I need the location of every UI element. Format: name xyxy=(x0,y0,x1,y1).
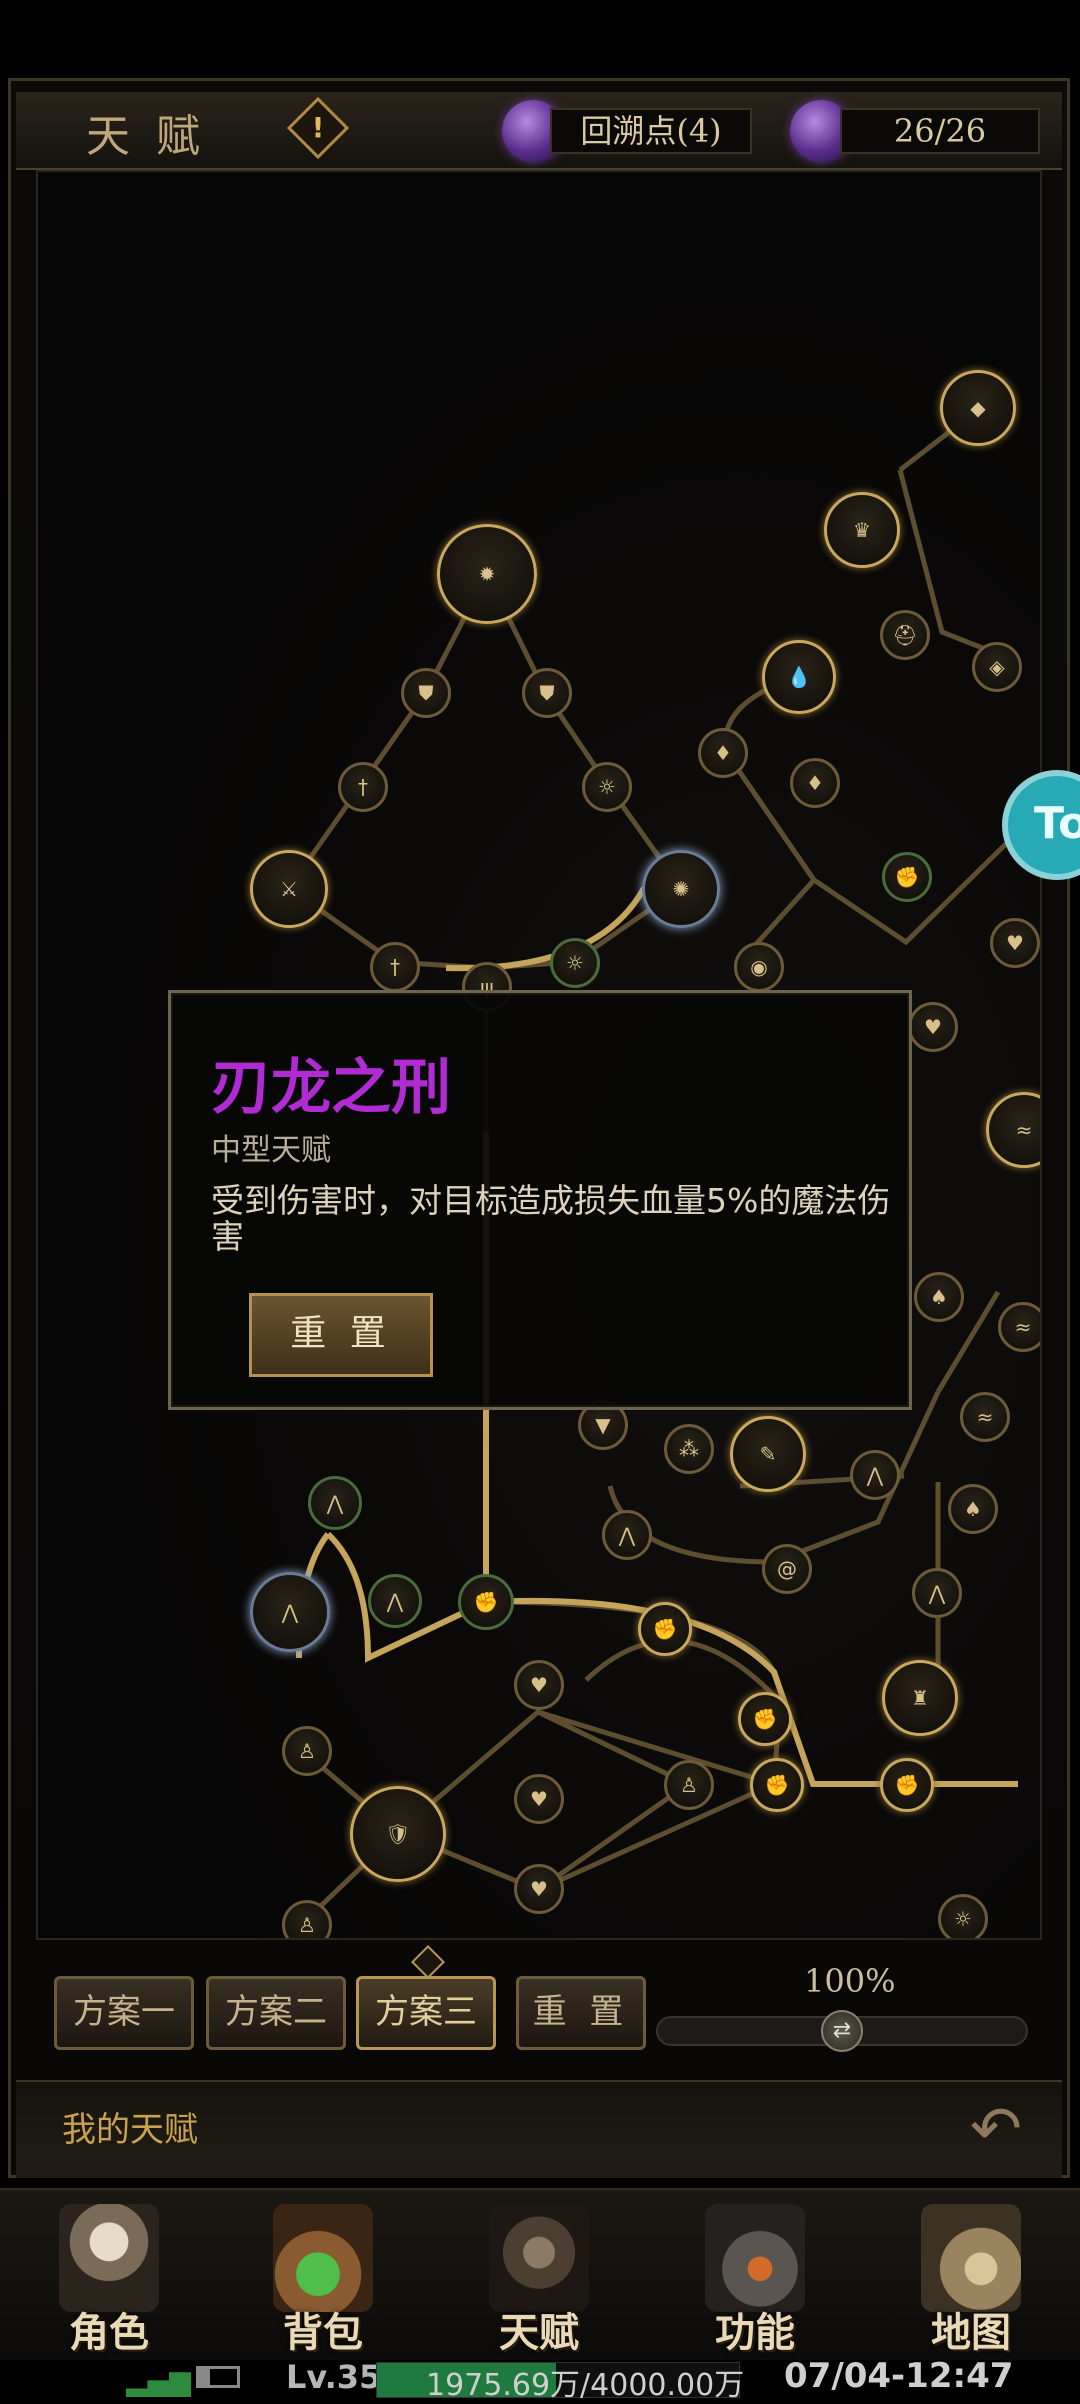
talent-node-wing[interactable]: ≈ xyxy=(960,1392,1010,1442)
plan-1-button[interactable]: 方案一 xyxy=(54,1976,194,2050)
dragon-crest-icon xyxy=(489,2204,589,2312)
battery-icon xyxy=(196,2366,240,2388)
talent-node-major-star[interactable]: ✹ xyxy=(437,524,537,624)
talent-points-counter: 26/26 xyxy=(840,108,1040,154)
talent-node-shield-major[interactable]: 🛡 xyxy=(350,1786,446,1882)
zoom-slider[interactable]: ⇄ xyxy=(656,2010,1028,2052)
talent-node-feather[interactable]: ⁂ xyxy=(664,1424,714,1474)
talent-node-claw[interactable]: ⋀ xyxy=(850,1450,900,1500)
zoom-slider-handle-icon[interactable]: ⇄ xyxy=(821,2010,863,2052)
talent-node-heart[interactable]: ♥ xyxy=(514,1660,564,1710)
nav-map-label: 地图 xyxy=(931,2310,1011,2356)
my-talent-label: 我的天赋 xyxy=(62,2110,198,2150)
plan-2-button[interactable]: 方案二 xyxy=(206,1976,346,2050)
talent-node-fist[interactable]: ✊ xyxy=(738,1692,792,1746)
talent-node-fist[interactable]: ✊ xyxy=(638,1602,692,1656)
talent-node-shield[interactable]: ⛊ xyxy=(401,668,451,718)
bottom-nav: 角色 背包 天赋 功能 地图 xyxy=(0,2188,1080,2362)
talent-node-fist[interactable]: ✊ xyxy=(458,1574,514,1630)
talent-node-claw[interactable]: ⋀ xyxy=(308,1476,362,1530)
hooded-character-icon xyxy=(59,2204,159,2312)
talent-node-claw[interactable]: ⋀ xyxy=(912,1568,962,1618)
talent-detail-popup: 刃龙之刑 中型天赋 受到伤害时，对目标造成损失血量5%的魔法伤害 重 置 xyxy=(168,990,912,1410)
exp-text: 1975.69万/4000.00万 xyxy=(426,2368,745,2403)
talent-node-shield[interactable]: ⛊ xyxy=(522,668,572,718)
nav-function[interactable]: 功能 xyxy=(650,2190,860,2362)
talent-node-torso[interactable]: ♙ xyxy=(664,1760,714,1810)
talent-node-fist[interactable]: ✊ xyxy=(882,852,932,902)
talent-node-vortex[interactable]: @ xyxy=(762,1544,812,1594)
talent-node-wing[interactable]: ≈ xyxy=(998,1302,1040,1352)
talent-node-dragon-claw-major[interactable]: ⋀ xyxy=(250,1572,330,1652)
talent-name: 刃龙之刑 xyxy=(211,1053,451,1123)
player-level: Lv.35 xyxy=(286,2358,382,2396)
talent-reset-button[interactable]: 重 置 xyxy=(249,1293,433,1377)
talent-node-drop[interactable]: ♦ xyxy=(698,728,748,778)
nav-backpack[interactable]: 背包 xyxy=(218,2190,428,2362)
talent-node-eye[interactable]: ◉ xyxy=(734,942,784,992)
talent-node-helmet[interactable]: ⛑ xyxy=(880,610,930,660)
talent-node-hooded-figure[interactable]: ♜ xyxy=(882,1660,958,1736)
nav-character-label: 角色 xyxy=(69,2310,149,2356)
rewind-points-label: 回溯点(4) xyxy=(550,108,752,154)
clock: 07/04-12:47 xyxy=(784,2356,1014,2396)
nav-talent[interactable]: 天赋 xyxy=(434,2190,644,2362)
nav-talent-label: 天赋 xyxy=(499,2310,579,2356)
talent-node-heart[interactable]: ♥ xyxy=(908,1002,958,1052)
zoom-level: 100% xyxy=(804,1962,896,2000)
page-title: 天 赋 xyxy=(86,111,206,162)
talent-node-sword[interactable]: † xyxy=(370,942,420,992)
talent-description: 受到伤害时，对目标造成损失血量5%的魔法伤害 xyxy=(211,1181,891,1256)
talent-node-feather-major[interactable]: ✎ xyxy=(730,1416,806,1492)
talent-node-blood-drop[interactable]: 💧 xyxy=(762,640,836,714)
talent-node-heart[interactable]: ♥ xyxy=(514,1864,564,1914)
talent-node-fist[interactable]: ✊ xyxy=(880,1758,934,1812)
talent-node-sun[interactable]: ☼ xyxy=(582,762,632,812)
map-compass-icon xyxy=(921,2204,1021,2312)
talent-node-drop[interactable]: ♦ xyxy=(790,758,840,808)
talent-node-hood[interactable]: ♠ xyxy=(948,1484,998,1534)
signal-icon: ▂▄▆ xyxy=(126,2364,191,2397)
talent-node-heart[interactable]: ♥ xyxy=(514,1774,564,1824)
back-arrow-icon[interactable]: ↶ xyxy=(970,2092,1022,2165)
talent-node-sun[interactable]: ☼ xyxy=(550,938,600,988)
plan-reset-button[interactable]: 重 置 xyxy=(516,1976,646,2050)
talent-node-sun[interactable]: ☼ xyxy=(938,1894,988,1938)
talent-node-triple-sword[interactable]: ⚔ xyxy=(250,850,328,928)
talent-node-claw[interactable]: ⋀ xyxy=(602,1510,652,1560)
anvil-hammer-icon xyxy=(705,2204,805,2312)
talent-node-crown[interactable]: ♛ xyxy=(824,492,900,568)
nav-map[interactable]: 地图 xyxy=(866,2190,1076,2362)
talent-node-sword[interactable]: † xyxy=(338,762,388,812)
talent-node-hood[interactable]: ♠ xyxy=(914,1272,964,1322)
talent-node-radiance[interactable]: ✺ xyxy=(642,850,720,928)
talent-node-crystal[interactable]: ◈ xyxy=(972,642,1022,692)
talent-node-gem[interactable]: ◆ xyxy=(940,370,1016,446)
talent-node-claw[interactable]: ⋀ xyxy=(368,1574,422,1628)
talent-node-fist[interactable]: ✊ xyxy=(750,1758,804,1812)
nav-function-label: 功能 xyxy=(715,2310,795,2356)
nav-character[interactable]: 角色 xyxy=(4,2190,214,2362)
backpack-potion-icon xyxy=(273,2204,373,2312)
talent-node-torso[interactable]: ♙ xyxy=(282,1726,332,1776)
nav-backpack-label: 背包 xyxy=(283,2310,363,2356)
talent-type: 中型天赋 xyxy=(211,1133,331,1168)
talent-node-heart[interactable]: ♥ xyxy=(990,918,1040,968)
plan-3-button[interactable]: 方案三 xyxy=(356,1976,496,2050)
